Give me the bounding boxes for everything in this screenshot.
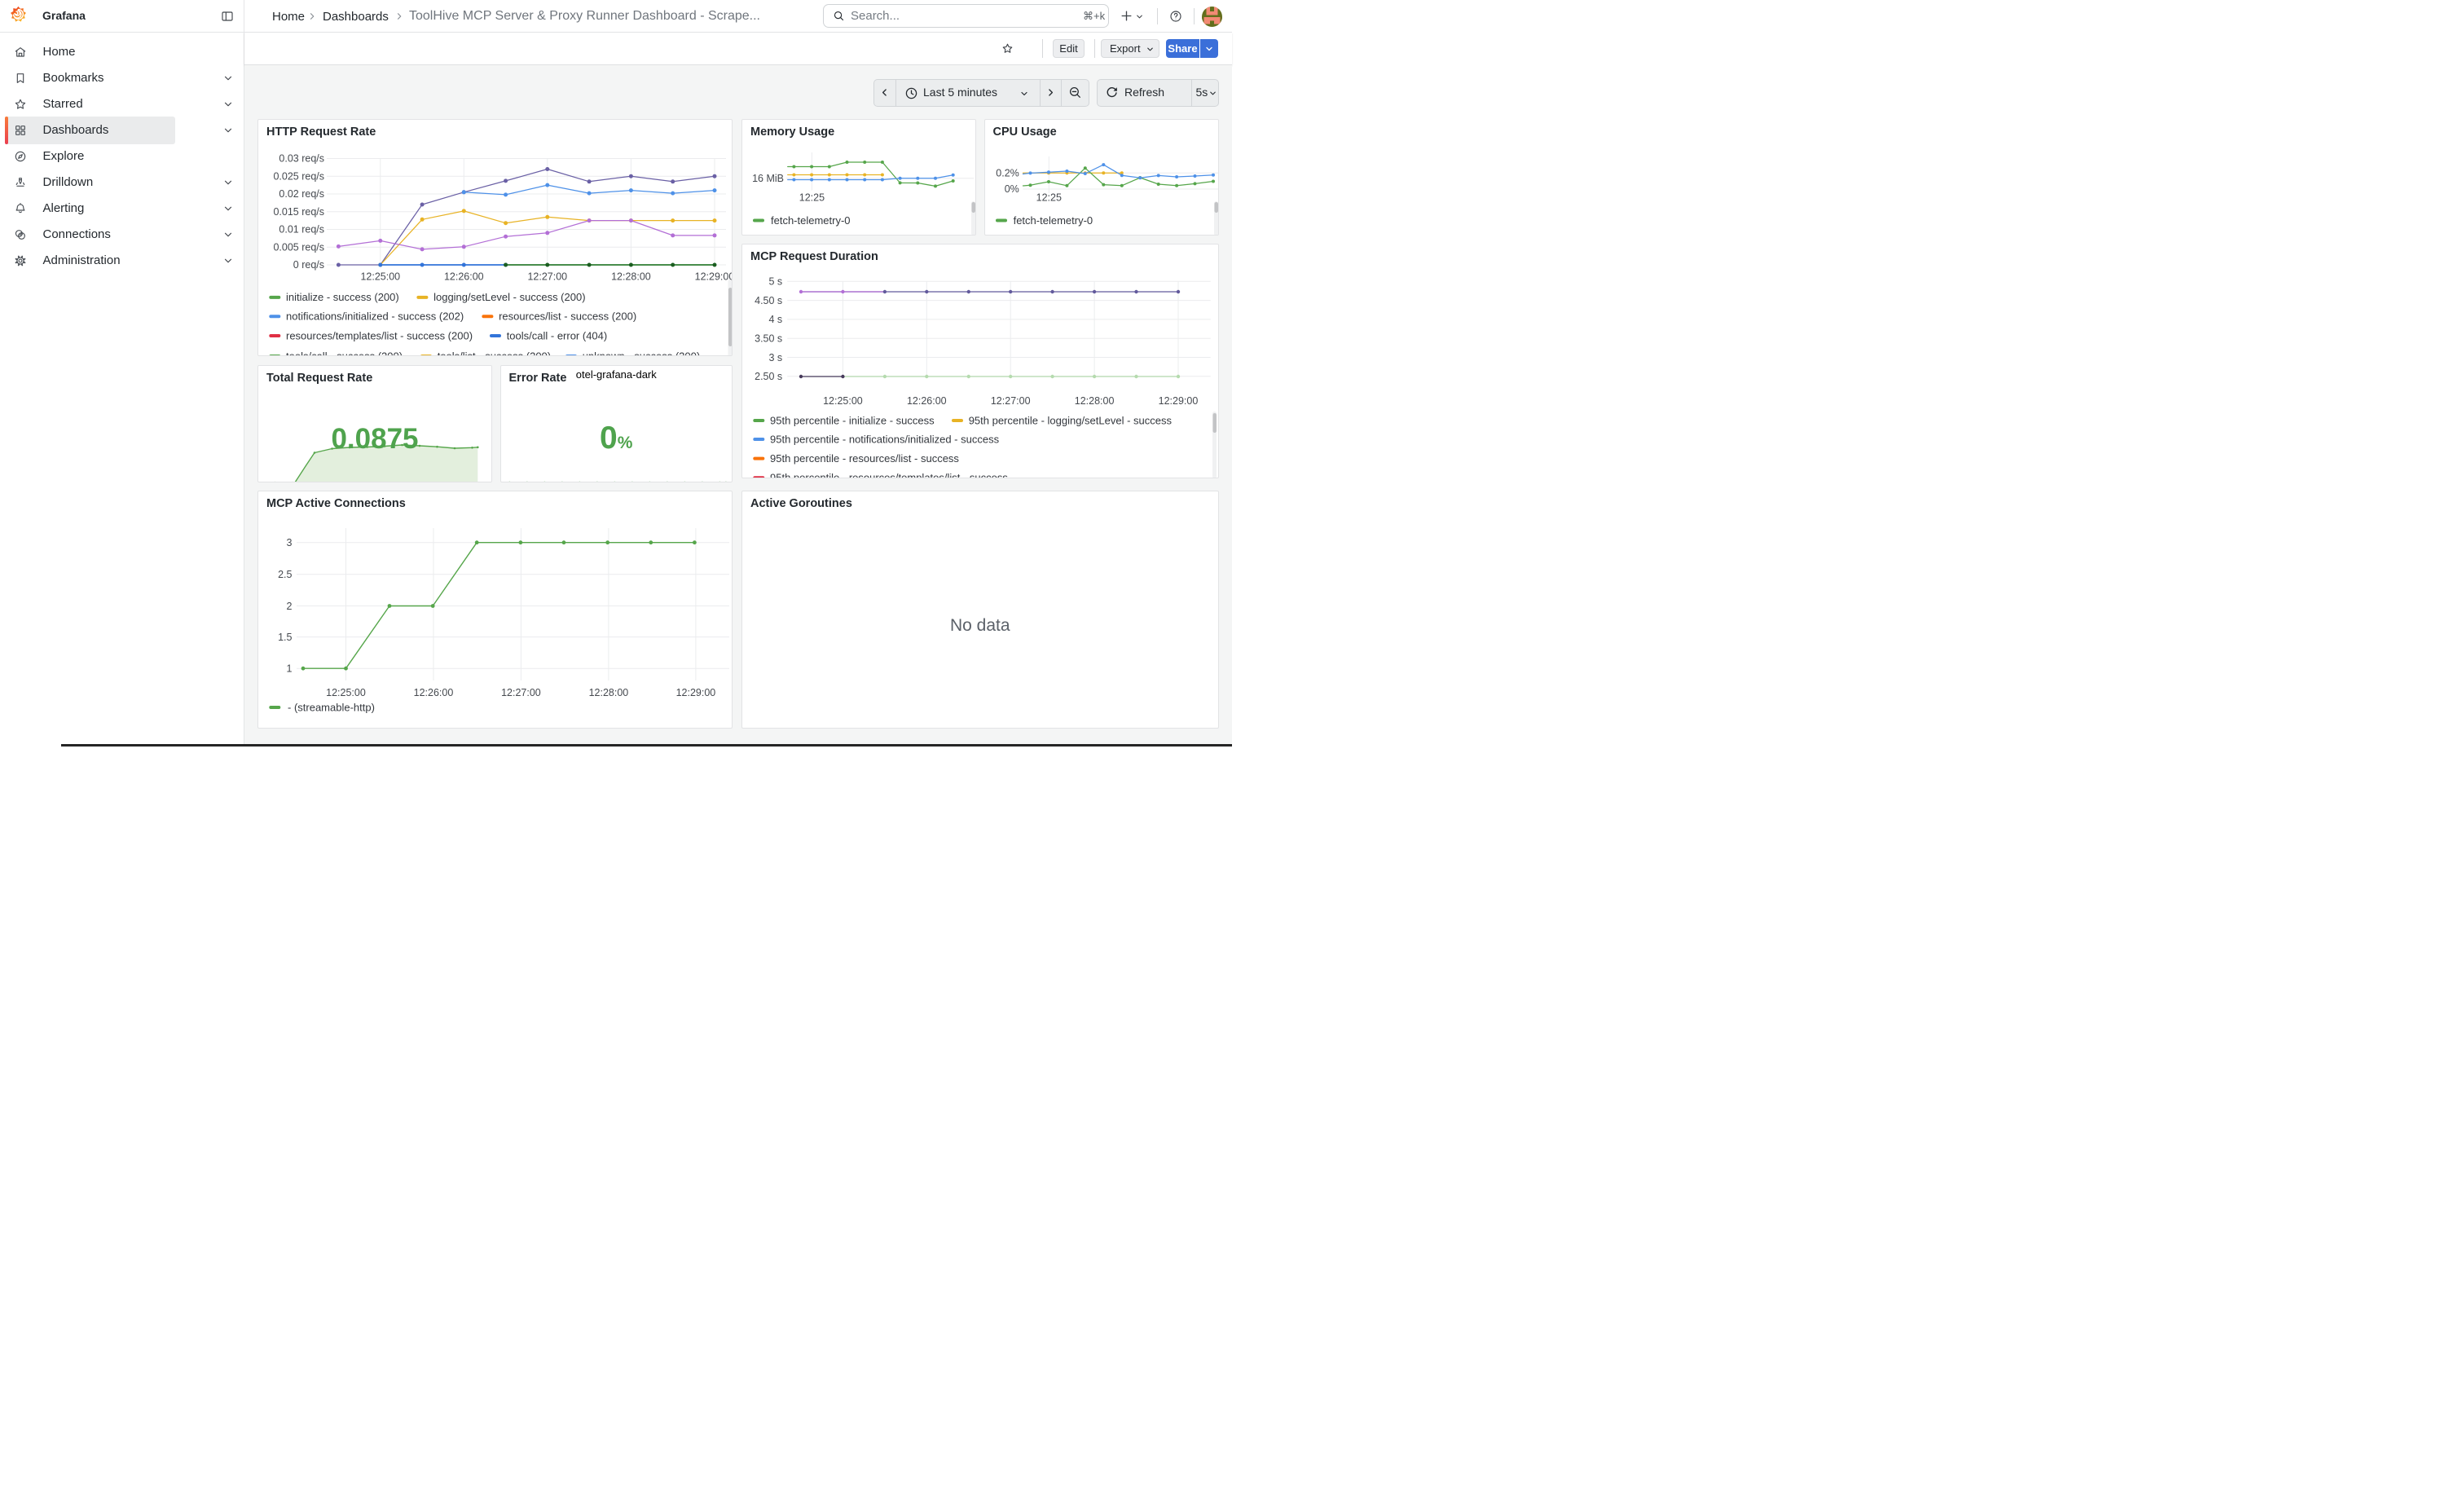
svg-text:0.025 req/s: 0.025 req/s	[273, 170, 324, 182]
svg-text:12:28:00: 12:28:00	[589, 687, 629, 698]
svg-text:tools/list - success (200): tools/list - success (200)	[438, 350, 551, 356]
svg-text:12:28:00: 12:28:00	[1075, 395, 1115, 407]
svg-text:95th percentile - logging/setL: 95th percentile - logging/setLevel - suc…	[969, 414, 1173, 426]
svg-text:95th percentile - initialize -: 95th percentile - initialize - success	[770, 414, 935, 426]
svg-text:95th percentile - resources/li: 95th percentile - resources/list - succe…	[770, 452, 959, 465]
svg-text:3 s: 3 s	[769, 352, 783, 363]
svg-text:0.03 req/s: 0.03 req/s	[279, 152, 324, 164]
svg-text:fetch-telemetry-0: fetch-telemetry-0	[771, 214, 851, 226]
svg-text:1.5: 1.5	[278, 632, 292, 643]
svg-text:12:25:00: 12:25:00	[326, 687, 366, 698]
svg-text:unknown - success (200): unknown - success (200)	[583, 350, 701, 356]
svg-text:12:28:00: 12:28:00	[611, 271, 651, 282]
svg-text:notifications/initialized - su: notifications/initialized - success (202…	[286, 310, 464, 322]
svg-text:0.015 req/s: 0.015 req/s	[273, 206, 324, 218]
svg-text:12:29:00: 12:29:00	[676, 687, 716, 698]
svg-text:16 MiB: 16 MiB	[752, 172, 784, 183]
svg-text:3.50 s: 3.50 s	[755, 333, 782, 345]
svg-text:12:29:00: 12:29:00	[695, 271, 733, 282]
svg-text:0.005 req/s: 0.005 req/s	[273, 241, 324, 253]
svg-text:95th percentile - resources/te: 95th percentile - resources/templates/li…	[770, 472, 1008, 479]
svg-text:12:27:00: 12:27:00	[527, 271, 567, 282]
svg-text:3: 3	[287, 537, 293, 548]
svg-text:12:25:00: 12:25:00	[360, 271, 400, 282]
svg-text:0.01 req/s: 0.01 req/s	[279, 223, 324, 235]
svg-text:4.50 s: 4.50 s	[755, 295, 782, 306]
svg-text:1: 1	[287, 663, 293, 675]
svg-text:12:26:00: 12:26:00	[907, 395, 947, 407]
svg-text:tools/call - success (200): tools/call - success (200)	[286, 350, 403, 356]
svg-text:12:25:00: 12:25:00	[823, 395, 863, 407]
svg-text:0.02 req/s: 0.02 req/s	[279, 188, 324, 200]
svg-text:0.2%: 0.2%	[996, 167, 1019, 178]
svg-text:logging/setLevel - success (20: logging/setLevel - success (200)	[433, 291, 585, 303]
svg-text:12:26:00: 12:26:00	[444, 271, 484, 282]
svg-text:2: 2	[287, 601, 293, 612]
svg-text:initialize - success (200): initialize - success (200)	[286, 291, 399, 303]
svg-text:tools/call - error (404): tools/call - error (404)	[507, 329, 608, 341]
svg-text:12:27:00: 12:27:00	[501, 687, 541, 698]
svg-text:resources/templates/list - suc: resources/templates/list - success (200)	[286, 329, 473, 341]
svg-text:12:25: 12:25	[1036, 192, 1061, 203]
svg-text:12:27:00: 12:27:00	[991, 395, 1031, 407]
svg-text:12:25: 12:25	[799, 192, 825, 203]
svg-text:0%: 0%	[1004, 183, 1019, 195]
svg-text:- (streamable-http): - (streamable-http)	[288, 701, 375, 713]
svg-text:12:29:00: 12:29:00	[1159, 395, 1199, 407]
svg-text:12:26:00: 12:26:00	[414, 687, 454, 698]
svg-text:2.5: 2.5	[278, 569, 292, 580]
svg-text:4 s: 4 s	[769, 314, 783, 325]
svg-text:2.50 s: 2.50 s	[755, 371, 782, 382]
svg-text:fetch-telemetry-0: fetch-telemetry-0	[1013, 214, 1093, 226]
svg-text:5 s: 5 s	[769, 276, 783, 288]
svg-text:95th percentile - notification: 95th percentile - notifications/initiali…	[770, 433, 1000, 445]
svg-text:resources/list - success (200): resources/list - success (200)	[499, 310, 636, 322]
svg-text:0 req/s: 0 req/s	[293, 259, 324, 271]
